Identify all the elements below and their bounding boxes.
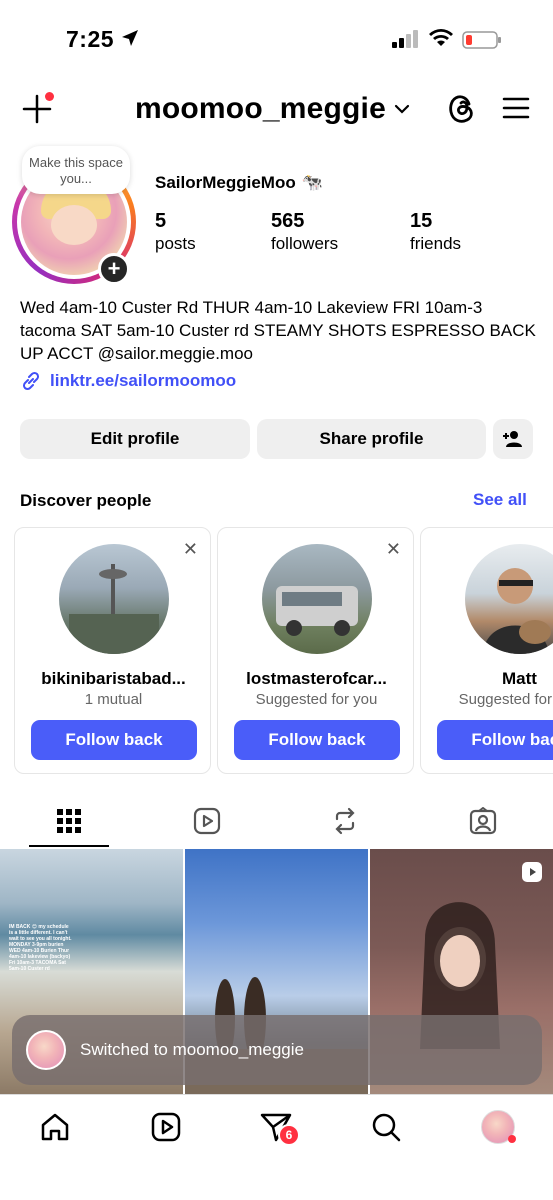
home-icon [41, 1113, 69, 1141]
stat-value: 5 [155, 210, 167, 232]
share-profile-label: Share profile [319, 429, 424, 448]
toast-text: Switched to moomoo_meggie [80, 1040, 304, 1059]
follow-back-button[interactable]: Follow back [234, 720, 400, 760]
location-arrow-icon [120, 28, 140, 53]
suggestion-subtitle: Suggested for you [255, 691, 378, 708]
suggestion-name: lostmasterofcar... [246, 669, 387, 688]
suggestion-avatar[interactable] [59, 544, 169, 654]
stat-followers[interactable]: 565 followers [271, 209, 338, 255]
suggestion-subtitle: 1 mutual [84, 691, 143, 708]
add-person-icon [503, 431, 522, 447]
menu-icon[interactable] [502, 96, 530, 125]
search-icon [372, 1113, 401, 1142]
share-profile-button[interactable]: Share profile [257, 419, 486, 459]
close-icon[interactable]: ✕ [183, 540, 198, 558]
edit-profile-button[interactable]: Edit profile [20, 419, 250, 459]
note-text: Make this space you... [29, 155, 123, 186]
note-bubble[interactable]: Make this space you... [22, 146, 130, 194]
cow-emoji: 🐄 [301, 173, 323, 192]
stat-value: 15 [410, 210, 433, 232]
tagged-icon [469, 807, 497, 835]
follow-back-button[interactable]: Follow back [31, 720, 197, 760]
suggestion-card[interactable]: Matt Suggested for you Follow back [420, 527, 553, 774]
reel-icon [522, 862, 542, 882]
plus-icon: + [107, 256, 121, 281]
suggestion-card[interactable]: ✕ lostmasterofcar... Suggested for you F… [217, 527, 414, 774]
stat-label: followers [271, 234, 339, 253]
active-tab-indicator [29, 845, 109, 847]
reels-icon [193, 807, 221, 835]
header-username: moomoo_meggie [135, 92, 386, 125]
nav-search[interactable] [370, 1111, 402, 1143]
nav-reels[interactable] [150, 1111, 182, 1143]
stat-friends[interactable]: 15 friends [410, 209, 461, 255]
tab-reposts[interactable] [276, 795, 414, 847]
profile-tabs [0, 795, 553, 847]
notification-dot [45, 92, 54, 101]
nav-home[interactable] [39, 1111, 71, 1143]
discover-people-button[interactable] [493, 419, 533, 459]
edit-profile-label: Edit profile [90, 429, 180, 448]
stat-label: friends [410, 234, 462, 253]
display-name: SailorMeggieMoo 🐄 [155, 173, 323, 193]
grid-icon [57, 809, 81, 833]
profile-header: moomoo_meggie [0, 80, 553, 140]
status-time: 7:25 [66, 26, 115, 52]
tab-tagged[interactable] [414, 795, 552, 847]
repost-icon [335, 807, 355, 835]
account-switched-toast: Switched to moomoo_meggie [12, 1015, 542, 1085]
close-icon[interactable]: ✕ [386, 540, 401, 558]
suggestions-carousel[interactable]: ✕ bikinibaristabad... 1 mutual Follow ba… [14, 527, 553, 775]
display-name-text: SailorMeggieMoo [155, 173, 296, 192]
suggestion-avatar[interactable] [262, 544, 372, 654]
status-bar: 7:25 [0, 0, 553, 80]
post-caption-overlay: IM BACK 😍 my schedule is a little differ… [9, 924, 72, 972]
tab-posts-grid[interactable] [0, 795, 138, 847]
suggestion-avatar[interactable] [465, 544, 553, 654]
toast-avatar [26, 1030, 66, 1070]
account-switcher[interactable]: moomoo_meggie [135, 92, 410, 126]
profile-link[interactable]: linktr.ee/sailormoomoo [20, 370, 236, 392]
suggestion-card[interactable]: ✕ bikinibaristabad... 1 mutual Follow ba… [14, 527, 211, 774]
reels-icon [151, 1112, 181, 1142]
suggestion-name: Matt [502, 669, 537, 688]
follow-back-button[interactable]: Follow back [437, 720, 553, 760]
battery-icon [462, 31, 502, 54]
tab-reels[interactable] [138, 795, 276, 847]
suggestion-subtitle: Suggested for you [458, 691, 553, 708]
stat-value: 565 [271, 210, 305, 232]
chevron-down-icon [394, 104, 410, 114]
see-all-link[interactable]: See all [473, 490, 527, 510]
cellular-signal-icon [392, 30, 420, 53]
profile-link-text: linktr.ee/sailormoomoo [50, 371, 237, 390]
discover-title: Discover people [20, 491, 152, 510]
wifi-icon [428, 28, 454, 53]
create-button[interactable] [20, 92, 54, 126]
stat-label: posts [155, 234, 196, 253]
link-icon [22, 371, 40, 391]
suggestion-name: bikinibaristabad... [41, 669, 186, 688]
threads-icon[interactable] [446, 92, 478, 131]
messages-badge: 6 [278, 1124, 300, 1146]
add-story-button[interactable]: + [98, 253, 130, 285]
notification-dot [508, 1135, 516, 1143]
stat-posts[interactable]: 5 posts [155, 209, 196, 255]
bottom-navigation [0, 1094, 553, 1200]
profile-bio: Wed 4am-10 Custer Rd THUR 4am-10 Lakevie… [20, 298, 536, 363]
